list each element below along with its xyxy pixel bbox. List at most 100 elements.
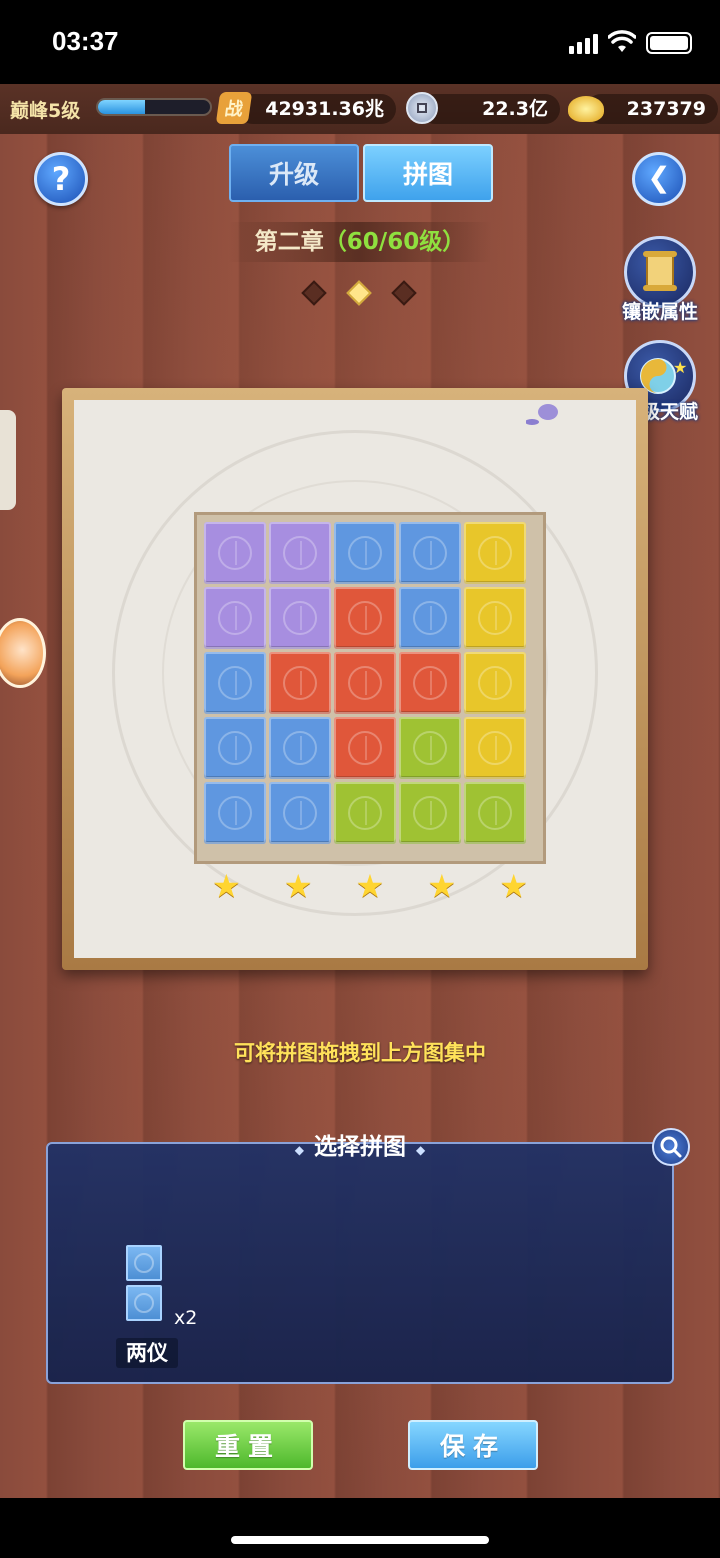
- cellular-signal-icon: [569, 34, 598, 54]
- tab-puzzle[interactable]: 拼图: [363, 144, 493, 202]
- puzzle-tile-red[interactable]: [399, 652, 461, 714]
- taiji-icon: [134, 1293, 154, 1313]
- gold-value: 237379: [586, 94, 718, 124]
- taiji-icon: [413, 536, 447, 570]
- taiji-icon: [283, 536, 317, 570]
- taiji-icon: [134, 1253, 154, 1273]
- puzzle-tile-purple[interactable]: [269, 522, 331, 584]
- back-arrow-icon: ❮: [647, 161, 671, 194]
- resource-bar: 巅峰5级 42931.36兆 战 22.3亿 237379: [0, 84, 720, 134]
- taiji-icon: [413, 666, 447, 700]
- flower-decoration-icon: [526, 404, 558, 425]
- taiji-icon: [348, 536, 382, 570]
- puzzle-tile-yellow[interactable]: [464, 587, 526, 649]
- puzzle-tile-blue[interactable]: [204, 652, 266, 714]
- taiji-icon: [478, 666, 512, 700]
- tab-upgrade[interactable]: 升级: [229, 144, 359, 202]
- puzzle-tile-blue[interactable]: [334, 522, 396, 584]
- taiji-icon: [478, 796, 512, 830]
- taiji-icon: [283, 666, 317, 700]
- panel-title-text: 选择拼图: [314, 1134, 406, 1160]
- taiji-icon: [478, 731, 512, 765]
- puzzle-tile-yellow[interactable]: [464, 717, 526, 779]
- puzzle-tile-blue[interactable]: [269, 717, 331, 779]
- piece-name: 两仪: [116, 1338, 178, 1368]
- title-diamond-icon: ◆: [294, 1143, 304, 1157]
- piece-block: [126, 1245, 162, 1281]
- puzzle-tile-purple[interactable]: [269, 587, 331, 649]
- taiji-icon: [413, 731, 447, 765]
- puzzle-frame: ★ ★ ★ ★ ★: [62, 388, 648, 970]
- taiji-icon: [283, 796, 317, 830]
- puzzle-tile-red[interactable]: [334, 587, 396, 649]
- search-button[interactable]: [652, 1128, 690, 1166]
- exp-progress-fill: [98, 100, 146, 114]
- puzzle-tile-green[interactable]: [464, 782, 526, 844]
- puzzle-board[interactable]: [194, 512, 546, 864]
- taiji-icon: [348, 666, 382, 700]
- taiji-icon: [218, 601, 252, 635]
- puzzle-tile-purple[interactable]: [204, 587, 266, 649]
- side-drawer-handle[interactable]: [0, 410, 16, 510]
- puzzle-piece-liangyi[interactable]: [126, 1245, 164, 1325]
- star-icon: ★: [427, 867, 457, 905]
- piece-count: x2: [174, 1307, 198, 1329]
- save-button[interactable]: 保存: [408, 1420, 538, 1470]
- reset-button[interactable]: 重置: [183, 1420, 313, 1470]
- puzzle-tile-blue[interactable]: [204, 782, 266, 844]
- puzzle-paper: ★ ★ ★ ★ ★: [74, 400, 636, 958]
- star-icon: ★: [499, 867, 528, 905]
- peak-level: 巅峰5级: [10, 100, 81, 122]
- character-avatar[interactable]: [0, 618, 46, 688]
- puzzle-tile-green[interactable]: [399, 782, 461, 844]
- exp-progress-bar: [96, 98, 212, 116]
- help-button[interactable]: ?: [34, 152, 88, 206]
- page-dot-3[interactable]: [391, 280, 417, 306]
- taiji-icon: [218, 536, 252, 570]
- home-indicator: [0, 1498, 720, 1558]
- page-dot-2[interactable]: [346, 280, 372, 306]
- scroll-icon: [643, 251, 677, 291]
- taiji-icon: [283, 731, 317, 765]
- star-icon: ★: [355, 867, 385, 905]
- drag-hint: 可将拼图拖拽到上方图集中: [234, 1041, 486, 1065]
- star-icon: ★: [283, 867, 313, 905]
- silver-coin-icon: [406, 92, 438, 124]
- puzzle-tile-red[interactable]: [269, 652, 331, 714]
- taiji-icon: [478, 536, 512, 570]
- battery-icon: [646, 32, 692, 54]
- gold-ingot-icon: [568, 96, 604, 122]
- search-icon: [660, 1136, 682, 1158]
- taiji-icon: [413, 601, 447, 635]
- puzzle-tile-green[interactable]: [399, 717, 461, 779]
- puzzle-tile-blue[interactable]: [399, 587, 461, 649]
- taiji-icon: [218, 666, 252, 700]
- power-value: 42931.36兆: [238, 94, 396, 124]
- puzzle-tile-yellow[interactable]: [464, 652, 526, 714]
- page-dot-1[interactable]: [301, 280, 327, 306]
- puzzle-tile-red[interactable]: [334, 717, 396, 779]
- puzzle-tile-blue[interactable]: [204, 717, 266, 779]
- puzzle-tile-green[interactable]: [334, 782, 396, 844]
- battle-power-icon: 战: [215, 92, 253, 124]
- taiji-icon: [348, 731, 382, 765]
- puzzle-tile-purple[interactable]: [204, 522, 266, 584]
- back-button[interactable]: ❮: [632, 152, 686, 206]
- wifi-icon: [608, 30, 636, 52]
- piece-block: [126, 1285, 162, 1321]
- puzzle-tile-blue[interactable]: [269, 782, 331, 844]
- title-diamond-icon: ◆: [416, 1143, 426, 1157]
- taiji-icon: [478, 601, 512, 635]
- star-row: ★ ★ ★ ★ ★: [212, 870, 528, 902]
- puzzle-tile-blue[interactable]: [399, 522, 461, 584]
- puzzle-tile-red[interactable]: [334, 652, 396, 714]
- taiji-icon: [348, 796, 382, 830]
- puzzle-tile-yellow[interactable]: [464, 522, 526, 584]
- star-icon: ★: [212, 867, 241, 905]
- inlay-attributes-label: 镶嵌属性: [621, 301, 698, 323]
- taiji-icon: [218, 796, 252, 830]
- taiji-icon: [218, 731, 252, 765]
- coin-value: 22.3亿: [420, 94, 560, 124]
- chapter-title: 第二章（60/60级）: [228, 222, 492, 262]
- taiji-icon: [283, 601, 317, 635]
